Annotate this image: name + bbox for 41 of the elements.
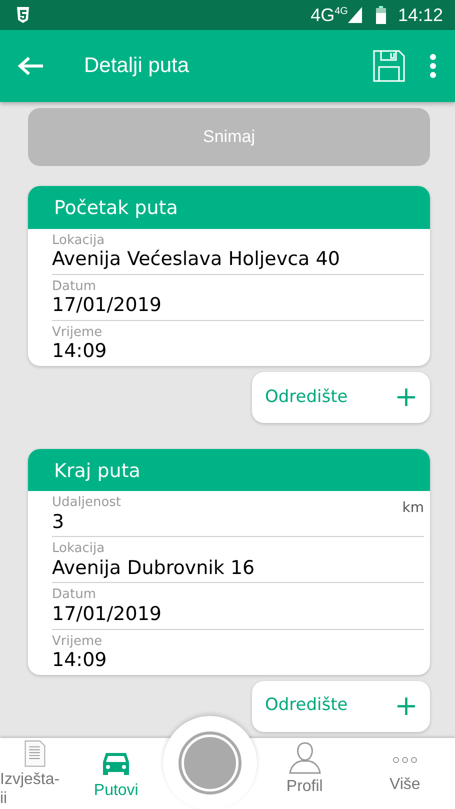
battery-icon [376, 6, 386, 24]
field-value: 14:09 [52, 648, 108, 672]
plus-icon: + [394, 383, 418, 412]
nav-tab[interactable]: Izvješta-ii [0, 738, 66, 809]
more-vertical-icon [429, 54, 437, 78]
field-value: 3 [52, 510, 66, 534]
html5-icon [16, 7, 30, 23]
field-label: Vrijeme [52, 634, 104, 649]
more-options-button[interactable] [429, 54, 437, 78]
field-label: Lokacija [52, 234, 106, 248]
more-horizontal-icon [392, 756, 418, 764]
field-value: 17/01/2019 [52, 294, 163, 317]
card-header: Kraj puta [28, 448, 430, 492]
save-button[interactable] [373, 50, 405, 82]
field-label: Datum [52, 588, 97, 603]
field-value: 17/01/2019 [52, 602, 163, 626]
nav-tab[interactable]: Putovi [66, 738, 166, 809]
field-label: Vrijeme [52, 326, 104, 340]
plus-icon: + [394, 692, 418, 720]
field-label: Datum [52, 280, 97, 294]
card-header: Početak puta [28, 186, 430, 228]
field-value: Avenija Dubrovnik 16 [52, 556, 256, 580]
unit-label: km [402, 499, 424, 518]
field-value: Avenija Većeslava Holjevca 40 [52, 248, 341, 271]
record-icon [178, 731, 242, 795]
back-icon [18, 56, 44, 76]
add-destination-button[interactable]: Odredište + [252, 680, 430, 732]
signal-icon [348, 7, 362, 23]
add-destination-button[interactable]: Odredište + [252, 372, 430, 423]
record-button[interactable] [163, 716, 258, 809]
back-button[interactable] [18, 56, 44, 76]
status-time: 14:12 [398, 4, 443, 26]
field-value: 14:09 [52, 340, 108, 363]
screen-title: Detalji puta [84, 53, 190, 80]
person-icon [288, 740, 322, 774]
field-label: Lokacija [52, 542, 106, 557]
network-label: 4G [310, 4, 335, 26]
network-label: 4G [334, 5, 348, 19]
nav-tab[interactable]: Više [354, 738, 455, 809]
field-label: Udaljenost [52, 496, 122, 511]
nav-tab[interactable]: Profil [254, 738, 355, 809]
